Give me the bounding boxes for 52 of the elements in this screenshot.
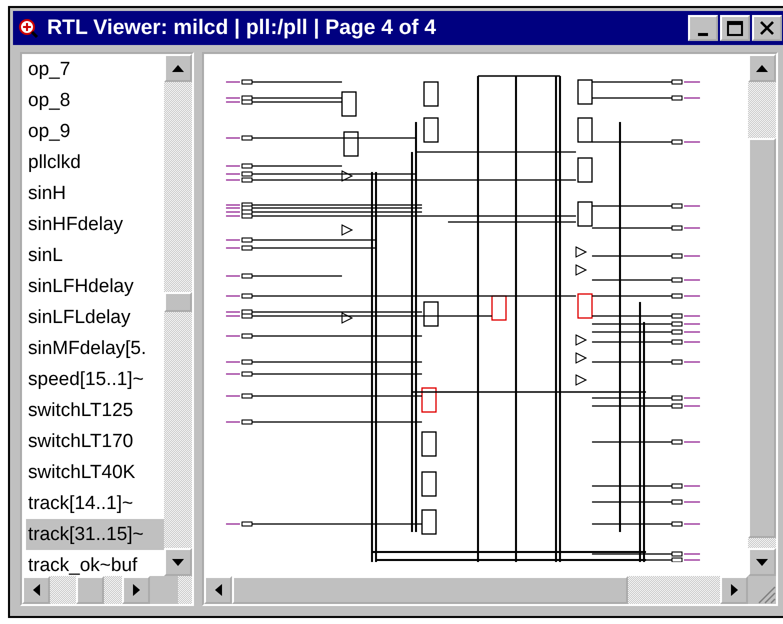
node-list-item[interactable]: sinL — [26, 240, 164, 271]
scroll-up-button[interactable] — [164, 54, 192, 82]
node-list-item[interactable]: sinHFdelay — [26, 209, 164, 240]
scroll-down-button[interactable] — [164, 548, 192, 576]
scroll-up-button[interactable] — [748, 54, 776, 82]
node-list-item[interactable]: track[14..1]~ — [26, 488, 164, 519]
resize-grip[interactable] — [748, 576, 776, 604]
down-arrow-icon — [756, 558, 768, 566]
horizontal-scrollbar[interactable] — [22, 576, 192, 604]
close-icon — [759, 21, 775, 35]
scroll-right-button[interactable] — [122, 576, 150, 604]
close-button[interactable] — [752, 15, 782, 41]
vertical-scrollbar[interactable] — [164, 54, 192, 576]
down-arrow-icon — [172, 558, 184, 566]
node-list-item[interactable]: switchLT125 — [26, 395, 164, 426]
node-list-item[interactable]: track[31..15]~ — [26, 519, 164, 550]
node-list-item[interactable]: op_7 — [26, 54, 164, 85]
up-arrow-icon — [172, 64, 184, 72]
maximize-icon — [727, 20, 743, 36]
horizontal-scrollbar[interactable] — [204, 576, 776, 604]
scroll-left-button[interactable] — [22, 576, 50, 604]
vertical-scrollbar[interactable] — [748, 54, 776, 576]
node-list-item[interactable]: op_9 — [26, 116, 164, 147]
left-arrow-icon — [214, 584, 222, 596]
node-list-item[interactable]: switchLT40K — [26, 457, 164, 488]
node-list-item[interactable]: sinLFHdelay — [26, 271, 164, 302]
scroll-right-button[interactable] — [720, 576, 748, 604]
app-icon — [17, 17, 39, 39]
scrollbar-thumb[interactable] — [76, 576, 104, 604]
node-list-item[interactable]: switchLT170 — [26, 426, 164, 457]
node-list-item[interactable]: speed[15..1]~ — [26, 364, 164, 395]
node-list-item[interactable]: pllclkd — [26, 147, 164, 178]
right-arrow-icon — [730, 584, 738, 596]
left-arrow-icon — [32, 584, 40, 596]
node-list-item[interactable]: sinMFdelay[5. — [26, 333, 164, 364]
scrollbar-corner — [150, 576, 178, 604]
scrollbar-thumb[interactable] — [748, 138, 776, 538]
scrollbar-thumb[interactable] — [164, 292, 192, 312]
up-arrow-icon — [756, 64, 768, 72]
window-title: RTL Viewer: milcd | pll:/pll | Page 4 of 4 — [47, 15, 438, 42]
scroll-left-button[interactable] — [204, 576, 232, 604]
resize-grip-icon — [756, 584, 776, 604]
minimize-button[interactable] — [688, 15, 718, 41]
node-list-item[interactable]: sinLFLdelay — [26, 302, 164, 333]
maximize-button[interactable] — [720, 15, 750, 41]
scrollbar-thumb[interactable] — [232, 576, 628, 604]
scroll-down-button[interactable] — [748, 548, 776, 576]
right-arrow-icon — [132, 584, 140, 596]
minimize-icon — [698, 32, 708, 36]
node-list-item[interactable]: sinH — [26, 178, 164, 209]
node-list-item[interactable]: op_8 — [26, 85, 164, 116]
node-list-item[interactable]: track_ok~buf — [26, 550, 164, 576]
